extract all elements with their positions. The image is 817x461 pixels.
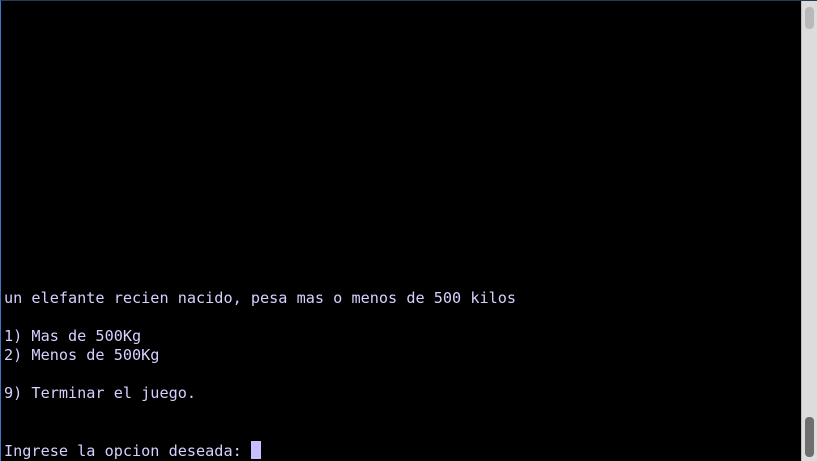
prompt-line[interactable]: Ingrese la opcion deseada:: [4, 441, 261, 460]
scrollbar-thumb[interactable]: [805, 417, 814, 457]
terminal-window: un elefante recien nacido, pesa mas o me…: [0, 0, 817, 461]
prompt-text: Ingrese la opcion deseada:: [4, 442, 251, 460]
question-line: un elefante recien nacido, pesa mas o me…: [4, 289, 517, 307]
option-9-line: 9) Terminar el juego.: [4, 384, 197, 402]
scrollbar-top-indicator: [805, 7, 814, 29]
vertical-scrollbar[interactable]: [801, 1, 817, 461]
option-1-line: 1) Mas de 500Kg: [4, 327, 142, 345]
text-cursor: [250, 441, 261, 459]
terminal-output[interactable]: un elefante recien nacido, pesa mas o me…: [2, 1, 802, 461]
option-2-line: 2) Menos de 500Kg: [4, 346, 160, 364]
